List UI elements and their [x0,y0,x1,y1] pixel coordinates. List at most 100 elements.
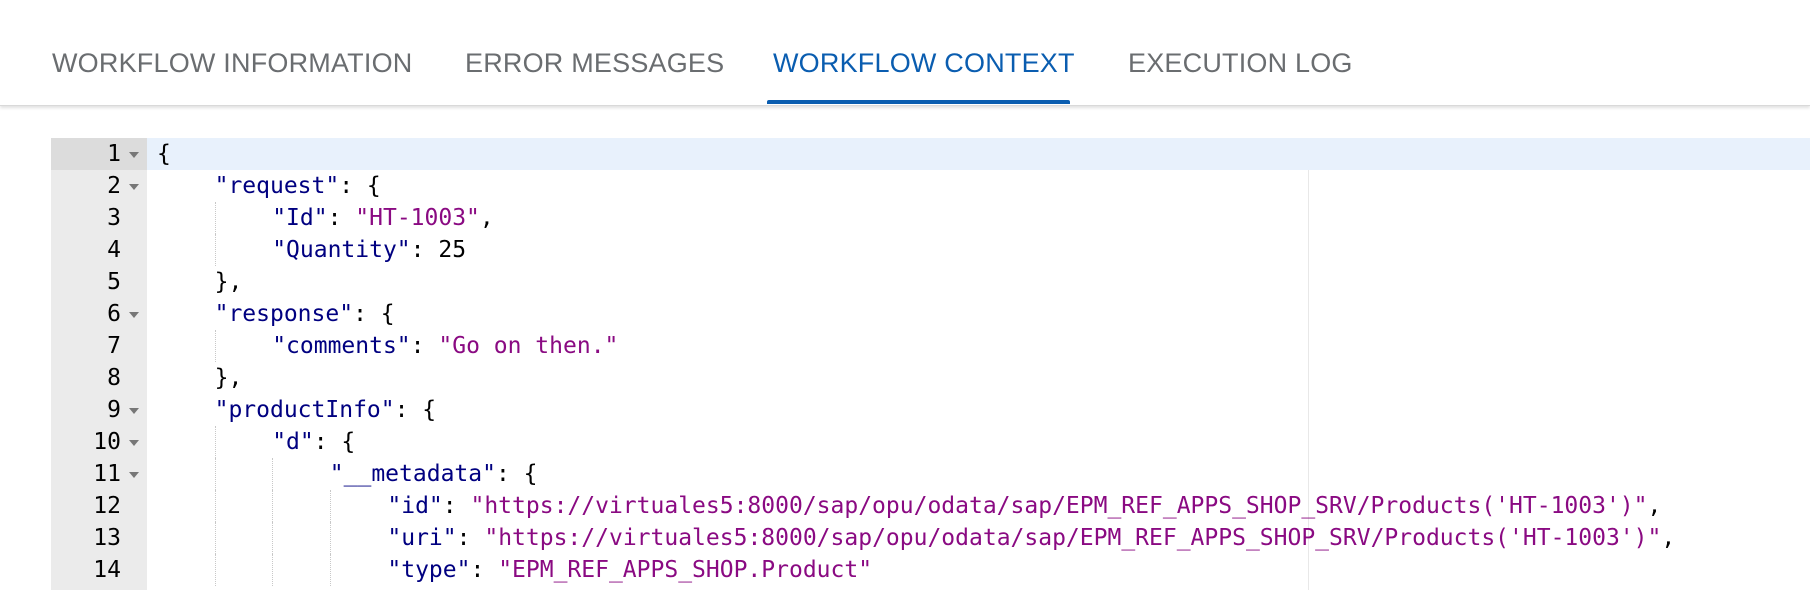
json-key: "Quantity" [272,237,411,263]
fold-toggle-icon[interactable] [129,184,139,190]
json-key: "response" [214,301,354,327]
tab-error-messages[interactable]: ERROR MESSAGES [465,48,724,79]
json-punctuation: , [1661,525,1676,551]
code-line[interactable]: 11 "__metadata": { [51,458,1810,490]
line-number-cell: 13 [51,522,147,554]
line-number: 9 [107,397,121,423]
json-key: "request" [214,173,340,199]
line-number: 4 [107,237,121,263]
json-key: "uri" [387,525,457,551]
indent-guide [272,522,274,554]
fold-toggle-icon[interactable] [129,408,139,414]
code-line[interactable]: 14 "type": "EPM_REF_APPS_SHOP.Product" [51,554,1810,586]
json-string: "Go on then." [438,333,619,359]
code-line[interactable]: 12 "id": "https://virtuales5:8000/sap/opu… [51,490,1810,522]
line-number: 3 [107,205,121,231]
indent-guide [272,554,274,586]
line-number-cell: 2 [51,170,147,202]
line-number-cell: 9 [51,394,147,426]
indent-guide [214,490,216,522]
code-text: "comments": "Go on then." [272,330,618,362]
line-number: 8 [107,365,121,391]
json-string: "EPM_REF_APPS_SHOP.Product" [498,557,873,583]
json-key: "comments" [272,333,411,359]
fold-toggle-icon[interactable] [129,440,139,446]
line-number: 13 [93,525,121,551]
line-number: 1 [107,141,121,167]
indent-guide [329,522,331,554]
tab-workflow-context[interactable]: WORKFLOW CONTEXT [773,48,1075,79]
code-line[interactable]: 13 "uri": "https://virtuales5:8000/sap/op… [51,522,1810,554]
code-line[interactable]: 7 "comments": "Go on then." [51,330,1810,362]
fold-toggle-icon[interactable] [129,152,139,158]
code-text: }, [215,266,243,298]
json-punctuation: : { [313,429,356,455]
line-number-cell: 6 [51,298,147,330]
indent-guide [272,458,274,490]
code-text: "response": { [215,298,395,330]
json-key: "productInfo" [214,397,395,423]
json-punctuation: : { [495,461,538,487]
line-number-cell: 4 [51,234,147,266]
indent-guide [214,330,216,362]
fold-toggle-icon[interactable] [129,312,139,318]
line-number-cell: 5 [51,266,147,298]
code-text: "id": "https://virtuales5:8000/sap/opu/o… [387,490,1661,522]
tab-execution-log[interactable]: EXECUTION LOG [1128,48,1353,79]
code-line[interactable]: 8}, [51,362,1810,394]
json-punctuation: }, [214,269,243,295]
indent-guide [214,522,216,554]
indent-guide [329,490,331,522]
json-number: 25 [438,237,467,263]
line-number-cell: 14 [51,554,147,586]
line-number: 2 [107,173,121,199]
json-punctuation: , [479,205,494,231]
indent-guide [329,554,331,586]
json-key: "Id" [272,205,328,231]
code-text: { [157,138,171,170]
code-line[interactable]: 1{ [51,138,1810,170]
code-line[interactable]: 4 "Quantity": 25 [51,234,1810,266]
indent-guide [214,234,216,266]
code-text: "d": { [272,426,355,458]
line-number-cell: 12 [51,490,147,522]
tab-bar: WORKFLOW INFORMATION ERROR MESSAGES WORK… [0,0,1810,106]
code-text: "__metadata": { [330,458,538,490]
json-punctuation: : { [339,173,381,199]
line-number: 11 [93,461,121,487]
line-number-cell: 1 [51,138,147,170]
line-number-cell: 8 [51,362,147,394]
code-line[interactable]: 10 "d": { [51,426,1810,458]
indent-guide [214,458,216,490]
code-line[interactable]: 3 "Id": "HT-1003", [51,202,1810,234]
json-punctuation: { [157,141,171,167]
code-line[interactable]: 2 "request": { [51,170,1810,202]
json-punctuation: : [410,237,439,263]
tab-workflow-information[interactable]: WORKFLOW INFORMATION [52,48,412,79]
fold-toggle-icon[interactable] [129,472,139,478]
code-text: }, [215,362,243,394]
code-line[interactable]: 6 "response": { [51,298,1810,330]
json-punctuation: : [456,525,485,551]
json-punctuation: : { [394,397,437,423]
json-string: "https://virtuales5:8000/sap/opu/odata/s… [484,525,1662,551]
indent-guide [214,202,216,234]
json-punctuation: : [327,205,356,231]
json-string: "HT-1003" [355,205,480,231]
active-tab-indicator [767,100,1070,104]
json-key: "__metadata" [329,461,496,487]
indent-guide [214,554,216,586]
line-number-cell: 11 [51,458,147,490]
json-key: "id" [387,493,443,519]
json-punctuation: : { [353,301,395,327]
json-punctuation: : [410,333,439,359]
json-punctuation: : [470,557,499,583]
json-key: "d" [272,429,314,455]
code-line[interactable]: 5}, [51,266,1810,298]
line-number: 6 [107,301,121,327]
line-number: 5 [107,269,121,295]
json-code-editor[interactable]: 1{2 "request": {3 "Id": "HT-1003", 4 "Quanti… [51,138,1810,590]
code-line[interactable]: 9 "productInfo": { [51,394,1810,426]
line-number-cell: 3 [51,202,147,234]
code-text: "productInfo": { [215,394,437,426]
